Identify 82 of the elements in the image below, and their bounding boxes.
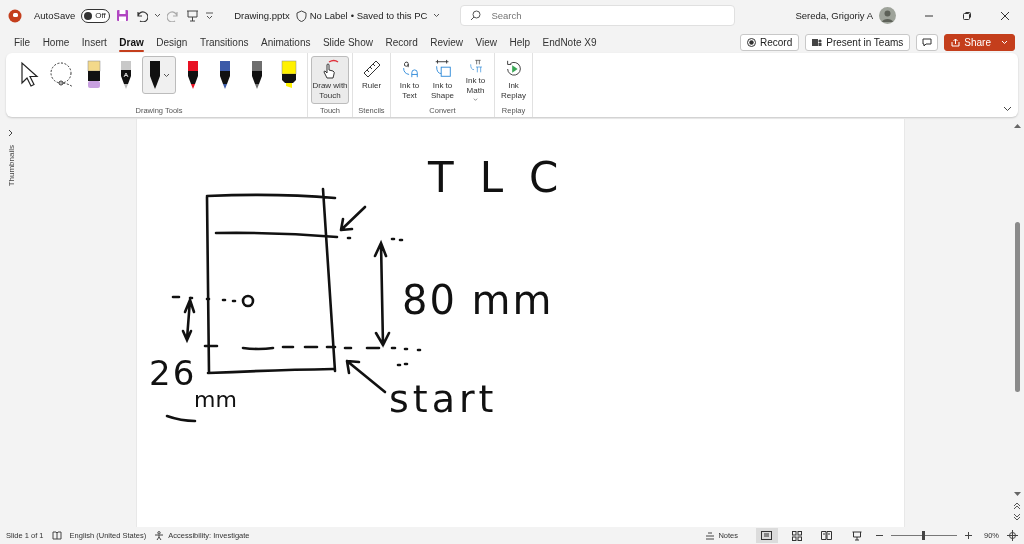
accessibility-icon[interactable]	[154, 530, 165, 541]
pen-icon	[118, 60, 133, 90]
autosave-toggle[interactable]: Off	[81, 8, 111, 23]
menu-tab[interactable]: View	[469, 33, 503, 51]
double-arrow-drawing	[181, 296, 196, 344]
zoom-out-icon[interactable]	[876, 532, 883, 539]
handwritten-text: start	[389, 377, 498, 421]
autosave-label: AutoSave	[34, 10, 76, 21]
ruler-icon	[361, 59, 382, 79]
previous-slide-icon[interactable]	[1013, 502, 1021, 510]
menu-tab[interactable]: Record	[379, 33, 424, 51]
menu-tab[interactable]: Review	[424, 33, 469, 51]
fit-to-window-icon[interactable]	[1007, 530, 1018, 541]
book-icon	[821, 531, 833, 540]
normal-view-icon	[761, 531, 773, 540]
grid-icon	[792, 530, 802, 541]
book-icon[interactable]	[51, 531, 62, 540]
collapse-ribbon-icon[interactable]	[1003, 106, 1012, 112]
ribbon-button[interactable]: Ink Replay	[498, 56, 529, 104]
menu-tab[interactable]: Draw	[113, 33, 150, 51]
next-slide-icon[interactable]	[1013, 513, 1021, 521]
arrow-drawing	[345, 359, 387, 394]
projector-screen-icon	[852, 530, 862, 541]
app-logo-icon	[8, 8, 22, 23]
menu-tab[interactable]: Help	[503, 33, 537, 51]
ribbon-button[interactable]: Ink to Shape	[427, 56, 458, 104]
menu-tab[interactable]: Home	[36, 33, 76, 51]
present-icon[interactable]	[186, 9, 200, 22]
share-icon	[951, 37, 961, 47]
caret-icon[interactable]	[163, 72, 170, 78]
ribbon-button[interactable]: Ink to Math	[460, 56, 491, 104]
share-button[interactable]: Share	[944, 33, 1015, 51]
scroll-down-icon[interactable]	[1013, 492, 1021, 497]
record-button[interactable]: Record	[740, 33, 800, 51]
arrow-drawing	[339, 205, 367, 232]
sample-spot	[241, 294, 255, 308]
undo-icon[interactable]	[135, 9, 149, 22]
chevron-icon[interactable]	[433, 13, 441, 18]
handwritten-text: 80 mm	[402, 277, 554, 323]
sensitivity-label[interactable]: No Label	[309, 10, 348, 21]
normal-view-button[interactable]	[756, 528, 778, 543]
notes-icon	[705, 531, 716, 540]
customize-caret-icon[interactable]	[205, 11, 215, 20]
save-status[interactable]: • Saved to this PC	[350, 10, 428, 21]
pen-tool[interactable]	[142, 56, 176, 94]
teams-icon	[812, 37, 823, 47]
comments-button[interactable]	[916, 33, 939, 51]
scrollbar-thumb[interactable]	[1014, 222, 1020, 392]
ribbon-button[interactable]: Ruler	[356, 56, 387, 104]
zoom-slider-thumb[interactable]	[922, 531, 926, 540]
present-in-teams-button[interactable]: Present in Teams	[805, 33, 911, 51]
record-icon	[747, 37, 756, 47]
handwritten-text: 26	[149, 353, 197, 393]
menu-tab[interactable]: File	[8, 33, 37, 51]
caret-icon[interactable]	[154, 13, 162, 18]
slide-canvas[interactable]: TLC 80 mm 26 mm start	[137, 119, 904, 527]
eraser-icon	[86, 60, 101, 90]
menu-tab[interactable]: EndNote X9	[536, 33, 603, 51]
menu-tab[interactable]: Transitions	[193, 33, 255, 51]
ribbon-button[interactable]: Draw with Touch	[311, 56, 349, 104]
scroll-up-icon[interactable]	[1013, 123, 1021, 128]
close-icon[interactable]	[1000, 10, 1010, 21]
thumbnails-label[interactable]: Thumbnails	[6, 145, 16, 187]
zoom-in-icon[interactable]	[965, 532, 972, 539]
handwritten-text: TLC	[428, 153, 585, 202]
ribbon-button[interactable]: Ink to Text	[394, 56, 425, 104]
menu-tab[interactable]: Slide Show	[316, 33, 379, 51]
file-name: Drawing.pptx	[234, 10, 290, 21]
user-name[interactable]: Sereda, Grigoriy A	[795, 10, 873, 21]
underline-stroke	[165, 414, 197, 423]
menu-tab[interactable]: Insert	[75, 33, 113, 51]
handwritten-text: mm	[194, 387, 237, 412]
search-field[interactable]: Search	[460, 5, 736, 26]
restore-icon[interactable]	[962, 10, 972, 21]
avatar-icon[interactable]	[879, 7, 896, 24]
menu-tab[interactable]: Animations	[254, 33, 317, 51]
pointer-icon	[18, 61, 41, 89]
shield-icon[interactable]	[295, 9, 307, 22]
expand-thumbnails-icon[interactable]	[8, 129, 14, 137]
comment-icon	[922, 37, 933, 47]
menu-tab[interactable]: Design	[150, 33, 194, 51]
save-icon[interactable]	[116, 9, 130, 22]
